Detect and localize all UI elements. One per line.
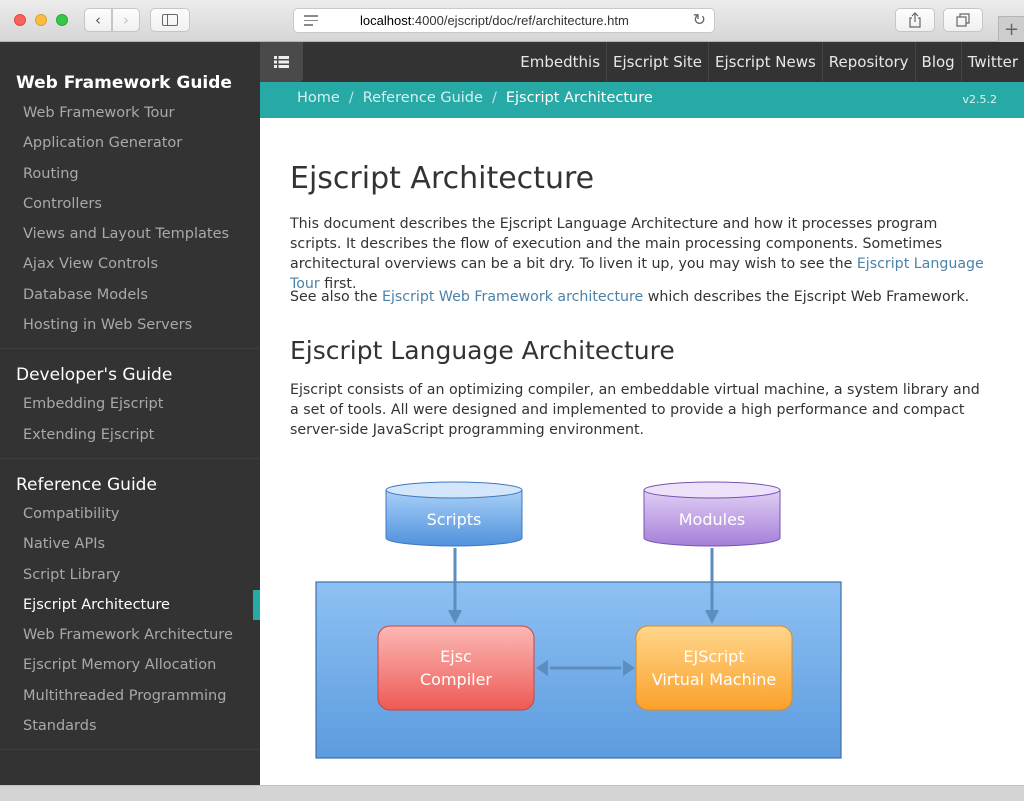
reader-icon bbox=[304, 15, 318, 29]
browser-toolbar: ‹ › localhost:4000/ejscript/doc/ref/arch… bbox=[0, 0, 1024, 42]
url-text[interactable]: localhost:4000/ejscript/doc/ref/architec… bbox=[360, 13, 652, 28]
address-bar[interactable]: localhost:4000/ejscript/doc/ref/architec… bbox=[293, 8, 715, 33]
breadcrumb-current: Ejscript Architecture bbox=[505, 90, 653, 106]
compiler-label-line2: Compiler bbox=[420, 670, 492, 689]
nav-item-ejscript-architecture[interactable]: Ejscript Architecture bbox=[0, 589, 260, 621]
nav-item-standards[interactable]: Standards bbox=[0, 711, 260, 741]
page-title: Ejscript Architecture bbox=[290, 161, 595, 196]
compiler-box: Ejsc Compiler bbox=[377, 625, 535, 711]
architecture-diagram-svg: Scripts Modules Ejsc Compiler EJScript V… bbox=[315, 481, 842, 759]
top-nav-links: Embedthis Ejscript Site Ejscript News Re… bbox=[514, 42, 1024, 82]
breadcrumb-bar: Home / Reference Guide / Ejscript Archit… bbox=[260, 82, 1024, 118]
breadcrumb-separator: / bbox=[491, 90, 497, 106]
overview-paragraph: Ejscript consists of an optimizing compi… bbox=[290, 382, 980, 438]
nav-item-embedding-ejscript[interactable]: Embedding Ejscript bbox=[0, 389, 260, 419]
reload-icon[interactable]: ↻ bbox=[693, 10, 706, 29]
web-framework-architecture-link[interactable]: Ejscript Web Framework architecture bbox=[382, 289, 643, 305]
nav-item-hosting-in-web-servers[interactable]: Hosting in Web Servers bbox=[0, 310, 260, 340]
section-heading: Ejscript Language Architecture bbox=[290, 336, 675, 365]
nav-item-application-generator[interactable]: Application Generator bbox=[0, 128, 260, 158]
vm-label-line2: Virtual Machine bbox=[652, 670, 776, 689]
see-also-paragraph: See also the Ejscript Web Framework arch… bbox=[290, 289, 970, 305]
breadcrumb-home[interactable]: Home bbox=[297, 82, 340, 114]
topnav-link-twitter[interactable]: Twitter bbox=[960, 42, 1024, 82]
close-window-button[interactable] bbox=[14, 14, 26, 26]
sidebar-toggle-button[interactable] bbox=[150, 8, 190, 32]
sidebar-icon bbox=[162, 14, 178, 26]
show-tabs-button[interactable] bbox=[943, 8, 983, 32]
nav-section-developers-guide: Developer's Guide Embedding Ejscript Ext… bbox=[0, 349, 260, 459]
topnav-link-ejscript-site[interactable]: Ejscript Site bbox=[606, 42, 708, 82]
vm-label-line1: EJScript bbox=[683, 647, 744, 666]
list-icon bbox=[274, 56, 289, 68]
breadcrumb-separator: / bbox=[348, 90, 354, 106]
nav-item-web-framework-architecture[interactable]: Web Framework Architecture bbox=[0, 620, 260, 650]
left-navigation: Web Framework Guide Web Framework Tour A… bbox=[0, 42, 260, 785]
nav-item-ejscript-memory-allocation[interactable]: Ejscript Memory Allocation bbox=[0, 650, 260, 680]
plus-icon: + bbox=[1003, 19, 1020, 40]
menu-toggle-button[interactable] bbox=[260, 42, 303, 82]
zoom-window-button[interactable] bbox=[56, 14, 68, 26]
topnav-link-blog[interactable]: Blog bbox=[914, 42, 961, 82]
compiler-label-line1: Ejsc bbox=[440, 647, 472, 666]
nav-item-database-models[interactable]: Database Models bbox=[0, 280, 260, 310]
nav-item-extending-ejscript[interactable]: Extending Ejscript bbox=[0, 420, 260, 450]
modules-label: Modules bbox=[679, 510, 746, 529]
share-button[interactable] bbox=[895, 8, 935, 32]
architecture-diagram: Scripts Modules Ejsc Compiler EJScript V… bbox=[314, 476, 844, 766]
scripts-label: Scripts bbox=[427, 510, 482, 529]
nav-item-compatibility[interactable]: Compatibility bbox=[0, 499, 260, 529]
top-navbar: Embedthis Ejscript Site Ejscript News Re… bbox=[260, 42, 1024, 82]
tabs-icon bbox=[956, 13, 970, 27]
new-tab-button[interactable]: + bbox=[998, 16, 1024, 42]
nav-item-views-and-layout-templates[interactable]: Views and Layout Templates bbox=[0, 219, 260, 249]
chevron-right-icon: › bbox=[123, 11, 129, 29]
nav-item-ajax-view-controls[interactable]: Ajax View Controls bbox=[0, 249, 260, 279]
breadcrumb-reference-guide[interactable]: Reference Guide bbox=[363, 82, 483, 114]
nav-section-title[interactable]: Web Framework Guide bbox=[0, 42, 260, 98]
main-content: Ejscript Architecture This document desc… bbox=[260, 118, 1024, 785]
virtual-machine-box: EJScript Virtual Machine bbox=[635, 625, 793, 711]
chevron-left-icon: ‹ bbox=[95, 11, 101, 29]
scripts-cylinder: Scripts bbox=[385, 481, 523, 547]
breadcrumb: Home / Reference Guide / Ejscript Archit… bbox=[297, 82, 653, 114]
nav-item-script-library[interactable]: Script Library bbox=[0, 560, 260, 590]
nav-section-title[interactable]: Reference Guide bbox=[0, 459, 260, 499]
nav-item-routing[interactable]: Routing bbox=[0, 159, 260, 189]
topnav-link-embedthis[interactable]: Embedthis bbox=[514, 42, 606, 82]
intro-paragraph: This document describes the Ejscript Lan… bbox=[290, 216, 984, 292]
window-bottom-edge bbox=[0, 785, 1024, 801]
topnav-link-repository[interactable]: Repository bbox=[821, 42, 915, 82]
nav-section-reference-guide: Reference Guide Compatibility Native API… bbox=[0, 459, 260, 751]
nav-section-web-framework-guide: Web Framework Guide Web Framework Tour A… bbox=[0, 42, 260, 350]
nav-section-title[interactable]: Developer's Guide bbox=[0, 349, 260, 389]
share-icon bbox=[909, 12, 921, 28]
minimize-window-button[interactable] bbox=[35, 14, 47, 26]
back-button[interactable]: ‹ bbox=[84, 8, 112, 32]
modules-cylinder: Modules bbox=[643, 481, 781, 547]
nav-item-multithreaded-programming[interactable]: Multithreaded Programming bbox=[0, 681, 260, 711]
nav-item-controllers[interactable]: Controllers bbox=[0, 189, 260, 219]
version-label: v2.5.2 bbox=[962, 93, 998, 106]
topnav-link-ejscript-news[interactable]: Ejscript News bbox=[708, 42, 822, 82]
nav-item-native-apis[interactable]: Native APIs bbox=[0, 529, 260, 559]
forward-button[interactable]: › bbox=[112, 8, 140, 32]
nav-item-web-framework-tour[interactable]: Web Framework Tour bbox=[0, 98, 260, 128]
